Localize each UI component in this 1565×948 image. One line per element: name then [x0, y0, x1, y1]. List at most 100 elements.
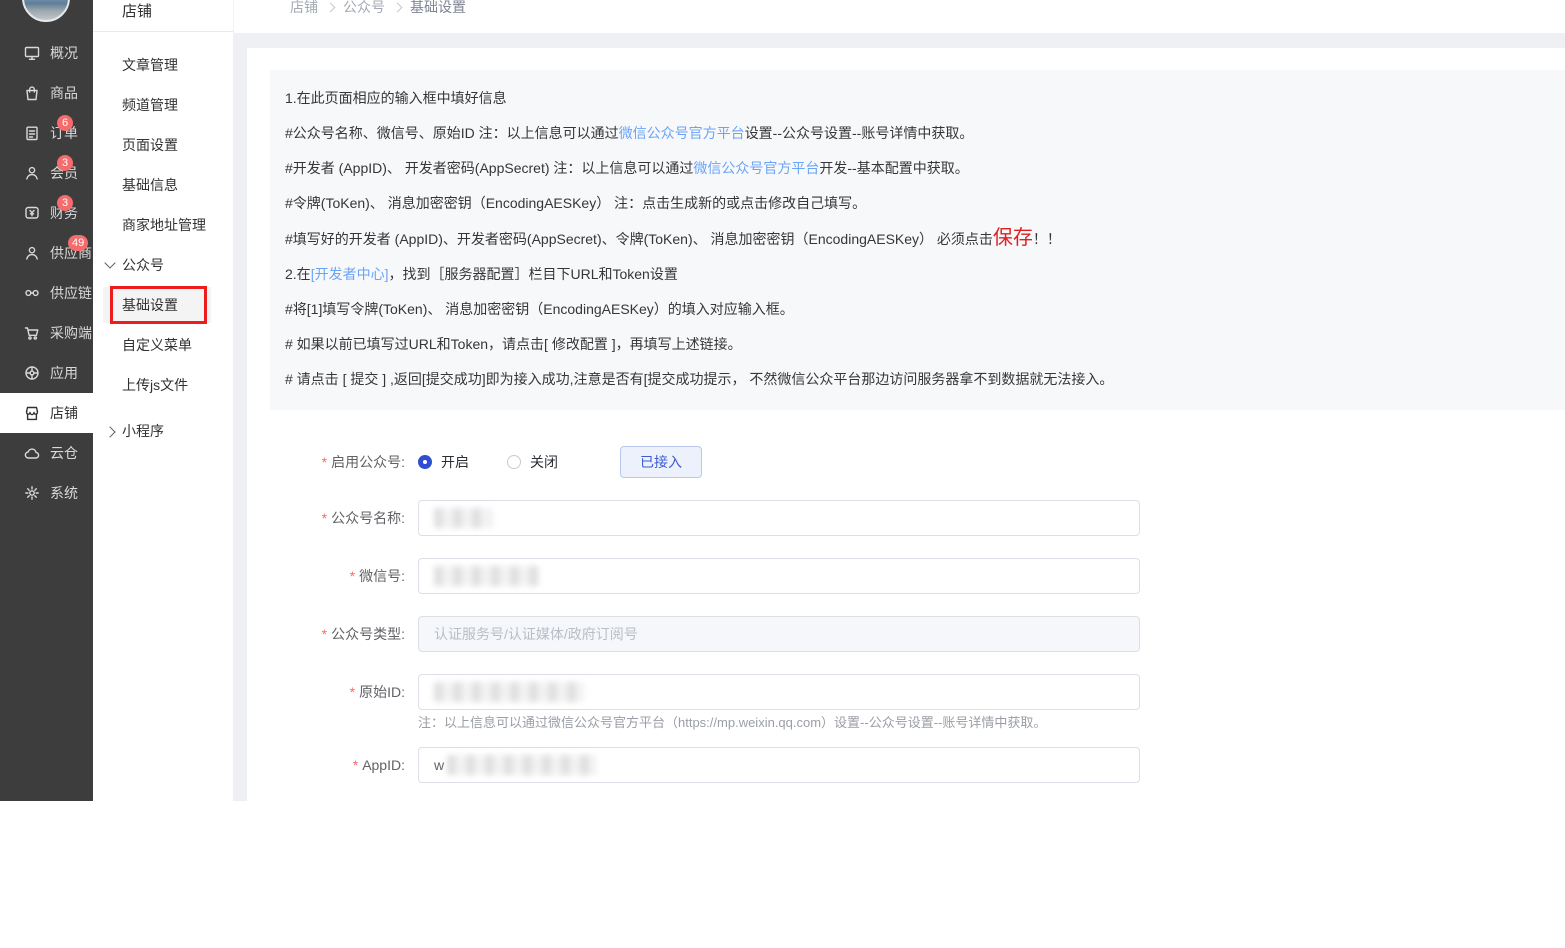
breadcrumb-bar: 店铺 公众号 基础设置 — [233, 0, 1565, 33]
submenu-item[interactable]: 基础信息 — [93, 165, 233, 205]
name-row: *公众号名称: — [247, 500, 1565, 536]
required-asterisk: * — [353, 757, 358, 773]
sidebar-item-label: 云仓 — [50, 443, 78, 463]
sidebar-item-supplier[interactable]: 供应商49 — [0, 233, 93, 273]
radio-on[interactable]: 开启 — [418, 452, 469, 472]
chevron-right-icon — [104, 426, 115, 437]
sidebar-item-supply-chain[interactable]: 供应链 — [0, 273, 93, 313]
sidebar-item-apps[interactable]: 应用 — [0, 353, 93, 393]
submenu-item-label: 基础信息 — [122, 175, 178, 195]
sidebar-item-dashboard[interactable]: 概况 — [0, 33, 93, 73]
sidebar-item-shop[interactable]: 店铺 — [0, 393, 93, 433]
submenu-item[interactable]: 文章管理 — [93, 45, 233, 85]
goods-icon — [24, 85, 40, 101]
instruction-text: #填写好的开发者 (AppID)、开发者密码(AppSecret)、令牌(ToK… — [285, 231, 993, 247]
instruction-text: # 请点击 [ 提交 ] ,返回[提交成功]即为接入成功,注意是否有[提交成功提… — [285, 371, 1113, 387]
sidebar-item-system[interactable]: 系统 — [0, 473, 93, 513]
official-account-form: *启用公众号: 开启 关闭 已接入 *公众号名称: *微信号: *公众号类型:认证服… — [247, 446, 1565, 783]
instruction-line: # 请点击 [ 提交 ] ,返回[提交成功]即为接入成功,注意是否有[提交成功提… — [285, 362, 1545, 397]
notification-badge: 3 — [57, 155, 73, 171]
submenu-item[interactable]: 上传js文件 — [93, 365, 233, 405]
sidebar-item-label: 采购端 — [50, 323, 92, 343]
enable-account-row: *启用公众号: 开启 关闭 已接入 — [247, 446, 1565, 478]
sidebar-item-finance[interactable]: 财务3 — [0, 193, 93, 233]
shop-icon — [24, 405, 40, 421]
submenu-item[interactable]: 自定义菜单 — [93, 325, 233, 365]
submenu-item-label: 商家地址管理 — [122, 215, 206, 235]
instruction-line: #公众号名称、微信号、原始ID 注：以上信息可以通过微信公众号官方平台设置--公… — [285, 116, 1545, 151]
inline-link[interactable]: 微信公众号官方平台 — [619, 125, 745, 141]
sidebar-item-label: 商品 — [50, 83, 78, 103]
submenu-item-label: 自定义菜单 — [122, 335, 192, 355]
form-field-rows: *公众号名称: *微信号: *公众号类型:认证服务号/认证媒体/政府订阅号 *原始ID… — [247, 500, 1565, 783]
radio-selected-icon[interactable] — [418, 455, 432, 469]
required-asterisk: * — [322, 626, 327, 642]
instructions-panel: 1.在此页面相应的输入框中填好信息#公众号名称、微信号、原始ID 注：以上信息可… — [270, 70, 1565, 410]
enable-radio-group: 开启 关闭 已接入 — [418, 446, 702, 478]
wechat-id-label: *微信号: — [247, 566, 418, 586]
type-input[interactable]: 认证服务号/认证媒体/政府订阅号 — [418, 616, 1140, 652]
sidebar-item-members[interactable]: 会员3 — [0, 153, 93, 193]
instruction-text: 2.在 — [285, 266, 311, 282]
sub-sidebar-title: 店铺 — [93, 0, 233, 32]
instruction-line: 1.在此页面相应的输入框中填好信息 — [285, 81, 1545, 116]
required-asterisk: * — [322, 454, 327, 470]
submenu-item-label: 小程序 — [122, 421, 164, 441]
breadcrumb: 店铺 公众号 基础设置 — [233, 0, 1565, 18]
instruction-text: ！！ — [1033, 231, 1061, 247]
supply-chain-icon — [24, 285, 40, 301]
sidebar-item-label: 应用 — [50, 363, 78, 383]
cloud-warehouse-icon — [24, 445, 40, 461]
inline-link[interactable]: [开发者中心] — [311, 266, 389, 282]
wechat-id-input[interactable] — [418, 558, 1140, 594]
instruction-text: #开发者 (AppID)、 开发者密码(AppSecret) 注：以上信息可以通… — [285, 160, 693, 176]
wechat-id-row: *微信号: — [247, 558, 1565, 594]
instruction-line: # 如果以前已填写过URL和Token，请点击[ 修改配置 ]，再填写上述链接。 — [285, 327, 1545, 362]
sub-sidebar: 店铺 文章管理频道管理页面设置基础信息商家地址管理公众号基础设置自定义菜单上传j… — [93, 0, 234, 801]
notification-badge: 6 — [57, 115, 73, 131]
name-label: *公众号名称: — [247, 508, 418, 528]
submenu-item[interactable]: 公众号 — [93, 245, 233, 285]
breadcrumb-item-official-account[interactable]: 公众号 — [343, 0, 385, 17]
supplier-icon — [24, 245, 40, 261]
notification-badge: 3 — [57, 195, 73, 211]
submenu-item[interactable]: 小程序 — [93, 411, 233, 451]
instruction-line: #令牌(ToKen)、 消息加密密钥（EncodingAESKey） 注：点击生… — [285, 186, 1545, 221]
chevron-right-icon — [326, 3, 336, 13]
input-placeholder: 认证服务号/认证媒体/政府订阅号 — [434, 624, 638, 644]
page: { "sidebar": { "items": [ {"label": "概况"… — [0, 0, 1565, 801]
required-asterisk: * — [350, 684, 355, 700]
submenu-item-label: 频道管理 — [122, 95, 178, 115]
submenu-item[interactable]: 页面设置 — [93, 125, 233, 165]
app-id-input[interactable]: w — [418, 747, 1140, 783]
submenu-item[interactable]: 商家地址管理 — [93, 205, 233, 245]
inline-link[interactable]: 微信公众号官方平台 — [693, 160, 819, 176]
required-asterisk: * — [350, 568, 355, 584]
instruction-text: ，找到［服务器配置］栏目下URL和Token设置 — [388, 266, 677, 282]
sidebar-item-cloud-warehouse[interactable]: 云仓 — [0, 433, 93, 473]
sidebar-item-procurement[interactable]: 采购端 — [0, 313, 93, 353]
sidebar-item-label: 供应链 — [50, 283, 92, 303]
instruction-line: #开发者 (AppID)、 开发者密码(AppSecret) 注：以上信息可以通… — [285, 151, 1545, 186]
radio-unselected-icon[interactable] — [507, 455, 521, 469]
submenu-item-label: 上传js文件 — [122, 375, 188, 395]
connected-status-button[interactable]: 已接入 — [620, 446, 702, 478]
breadcrumb-item-shop[interactable]: 店铺 — [290, 0, 318, 17]
sidebar-item-label: 店铺 — [50, 403, 78, 423]
radio-off[interactable]: 关闭 — [507, 452, 558, 472]
original-id-input[interactable] — [418, 674, 1140, 710]
instruction-text: #公众号名称、微信号、原始ID 注：以上信息可以通过 — [285, 125, 619, 141]
sidebar-item-orders[interactable]: 订单6 — [0, 113, 93, 153]
sidebar-item-goods[interactable]: 商品 — [0, 73, 93, 113]
system-icon — [24, 485, 40, 501]
chevron-right-icon — [393, 3, 403, 13]
name-input[interactable] — [418, 500, 1140, 536]
submenu-item[interactable]: 基础设置 — [93, 285, 233, 325]
app-id-label: *AppID: — [247, 757, 418, 773]
original-id-row: *原始ID: — [247, 674, 1565, 710]
submenu-item[interactable]: 频道管理 — [93, 85, 233, 125]
procurement-icon — [24, 325, 40, 341]
submenu-item-label: 公众号 — [122, 255, 164, 275]
type-row: *公众号类型:认证服务号/认证媒体/政府订阅号 — [247, 616, 1565, 652]
dashboard-icon — [24, 45, 40, 61]
